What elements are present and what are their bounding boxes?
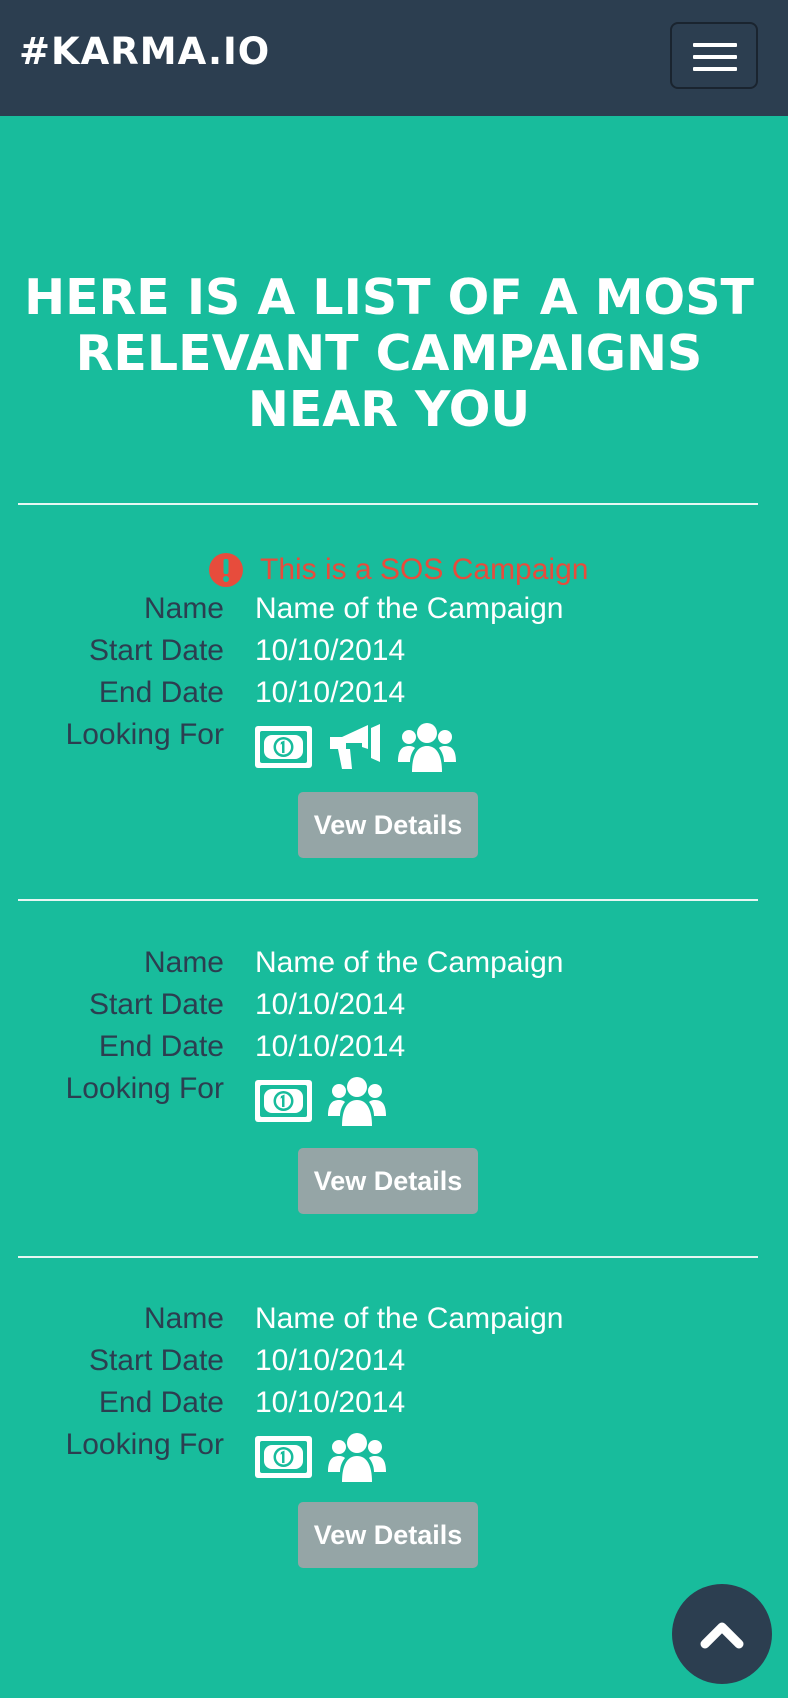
menu-toggle-button[interactable] (670, 22, 758, 89)
users-icon (328, 1433, 386, 1482)
looking-for-label: Looking For (65, 718, 224, 751)
start-date-row: Start Date 10/10/2014 (0, 634, 788, 674)
hamburger-icon-bar (693, 55, 737, 59)
view-details-button[interactable]: Vew Details (298, 1148, 478, 1214)
looking-for-icons (255, 1429, 402, 1485)
users-icon (398, 723, 456, 772)
users-icon (328, 1077, 386, 1126)
brand-logo[interactable]: #KARMA.IO (19, 30, 270, 73)
looking-for-label: Looking For (65, 1428, 224, 1461)
divider (18, 1256, 758, 1258)
start-date-label: Start Date (88, 988, 224, 1021)
money-icon (255, 726, 312, 768)
view-details-button[interactable]: Vew Details (298, 1502, 478, 1568)
campaign-name: Name of the Campaign (255, 946, 564, 979)
hamburger-icon-bar (693, 67, 737, 71)
sos-notice: This is a SOS Campaign (208, 552, 588, 588)
divider (18, 899, 758, 901)
start-date-row: Start Date 10/10/2014 (0, 1344, 788, 1384)
end-date-label: End Date (98, 676, 224, 709)
end-date-value: 10/10/2014 (255, 676, 406, 709)
exclamation-circle-icon (209, 553, 243, 587)
navbar: #KARMA.IO (0, 0, 788, 116)
divider (18, 503, 758, 505)
scroll-to-top-button[interactable] (672, 1584, 772, 1684)
view-details-button[interactable]: Vew Details (298, 792, 478, 858)
sos-text: This is a SOS Campaign (260, 553, 589, 586)
start-date-value: 10/10/2014 (255, 988, 406, 1021)
end-date-row: End Date 10/10/2014 (0, 676, 788, 716)
looking-for-icons (255, 719, 472, 775)
start-date-label: Start Date (88, 634, 224, 667)
end-date-label: End Date (98, 1386, 224, 1419)
money-icon (255, 1436, 312, 1478)
page-title: HERE IS A LIST OF A MOST RELEVANT CAMPAI… (24, 269, 754, 438)
name-label: Name (143, 946, 224, 979)
campaign-name: Name of the Campaign (255, 1302, 564, 1335)
chevron-up-icon (700, 1622, 744, 1649)
hamburger-icon (693, 43, 737, 47)
looking-for-label: Looking For (65, 1072, 224, 1105)
end-date-row: End Date 10/10/2014 (0, 1386, 788, 1426)
end-date-value: 10/10/2014 (255, 1030, 406, 1063)
end-date-label: End Date (98, 1030, 224, 1063)
end-date-row: End Date 10/10/2014 (0, 1030, 788, 1070)
campaign-name-row: Name Name of the Campaign (0, 1302, 788, 1342)
campaign-name-row: Name Name of the Campaign (0, 946, 788, 986)
money-icon (255, 1080, 312, 1122)
campaign-name: Name of the Campaign (255, 592, 564, 625)
start-date-row: Start Date 10/10/2014 (0, 988, 788, 1028)
campaign-name-row: Name Name of the Campaign (0, 592, 788, 632)
end-date-value: 10/10/2014 (255, 1386, 406, 1419)
name-label: Name (143, 1302, 224, 1335)
megaphone-icon (330, 724, 380, 769)
name-label: Name (143, 592, 224, 625)
start-date-label: Start Date (88, 1344, 224, 1377)
start-date-value: 10/10/2014 (255, 1344, 406, 1377)
looking-for-icons (255, 1073, 402, 1129)
start-date-value: 10/10/2014 (255, 634, 406, 667)
